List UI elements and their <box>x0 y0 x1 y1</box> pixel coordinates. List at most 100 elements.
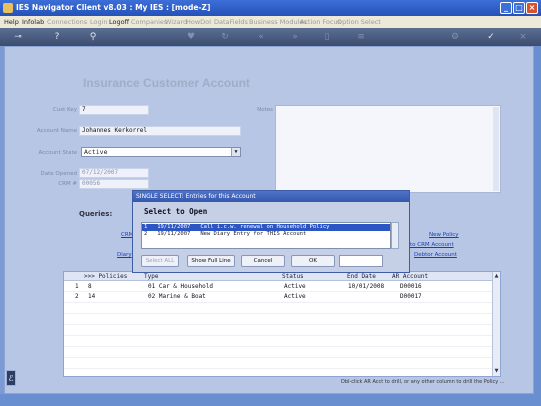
row-divider <box>64 313 494 314</box>
maximize-button[interactable]: □ <box>513 2 525 14</box>
app-icon <box>3 3 13 13</box>
row-divider <box>64 302 494 303</box>
cust-key-label: Cust Key <box>52 107 77 113</box>
policy-cell[interactable]: 14 <box>88 293 95 300</box>
exit-icon[interactable]: ℰ <box>6 370 16 386</box>
row-number: 2 <box>75 293 79 300</box>
policies-grid: >>> Policies Type Status End Date AR Acc… <box>63 271 501 377</box>
type-cell[interactable]: 01 Car & Household <box>148 283 213 290</box>
row-divider <box>64 291 494 292</box>
scroll-down-icon[interactable]: ▼ <box>493 368 500 375</box>
entry-date: 19/11/2007 <box>157 231 191 237</box>
row-divider <box>64 368 494 369</box>
grid-header: >>> Policies Type Status End Date AR Acc… <box>64 272 494 281</box>
entry-number: 1 <box>144 224 148 230</box>
single-select-dialog: SINGLE SELECT: Entries for this Account … <box>132 190 410 273</box>
crm-account-link[interactable]: to CRM Account <box>410 242 454 248</box>
menu-bar: Help Infolab Connections Login Logoff Co… <box>0 16 541 28</box>
menu-wizard[interactable]: Wizard <box>165 18 187 26</box>
menu-option-select[interactable]: Option Select <box>337 18 381 26</box>
debtor-account-link[interactable]: Debtor Account <box>414 252 457 258</box>
key-icon[interactable]: ⊸ <box>8 31 28 43</box>
menu-howdoi[interactable]: HowDoI <box>186 18 211 26</box>
account-name-field[interactable]: Johannes Kerkorrel <box>79 126 241 136</box>
page-title: Insurance Customer Account <box>83 76 250 90</box>
column-ar-account[interactable]: AR Account <box>392 273 428 280</box>
menu-infolab[interactable]: Infolab <box>22 18 44 26</box>
crm-number-label: CRM # <box>58 181 77 187</box>
ar-account-cell[interactable]: D00016 <box>400 283 422 290</box>
column-end-date[interactable]: End Date <box>347 273 376 280</box>
show-full-line-button[interactable]: Show Full Line <box>187 255 235 267</box>
column-type[interactable]: Type <box>144 273 158 280</box>
notes-textarea[interactable] <box>275 105 501 193</box>
entry-number: 2 <box>144 231 148 237</box>
account-state-value: Active <box>84 148 108 156</box>
menu-datafields[interactable]: DataFields <box>214 18 248 26</box>
list-icon[interactable]: ≡ <box>354 31 368 43</box>
account-state-select[interactable]: Active ▼ <box>81 147 241 157</box>
help-icon[interactable]: ? <box>50 31 64 43</box>
entries-scrollbar[interactable] <box>391 222 399 249</box>
close-button[interactable]: × <box>526 2 538 14</box>
column-policies[interactable]: >>> Policies <box>84 273 127 280</box>
menu-business-modules[interactable]: Business Modules <box>249 18 307 26</box>
title-bar: IES Navigator Client v8.03 : My IES : [m… <box>0 0 541 16</box>
minimize-button[interactable]: _ <box>500 2 512 14</box>
dialog-input[interactable] <box>339 255 383 267</box>
settings-icon[interactable]: ⚙ <box>448 31 462 43</box>
dialog-title: SINGLE SELECT: Entries for this Account <box>133 191 409 202</box>
list-item[interactable]: 1 19/11/2007 Call i.c.w. renewal on Hous… <box>142 224 390 231</box>
close-icon[interactable]: × <box>516 31 530 43</box>
select-all-button[interactable]: Select ALL <box>141 255 179 267</box>
row-divider <box>64 357 494 358</box>
status-cell[interactable]: Active <box>284 283 306 290</box>
refresh-icon[interactable]: ↻ <box>218 31 232 43</box>
notes-label: Notes <box>257 107 273 113</box>
row-divider <box>64 335 494 336</box>
entry-text: New Diary Entry for THIS Account <box>200 231 307 237</box>
window-title: IES Navigator Client v8.03 : My IES : [m… <box>16 3 211 12</box>
crm-number-field[interactable]: 00056 <box>79 179 149 189</box>
cust-key-field[interactable]: 7 <box>79 105 149 115</box>
diary-link[interactable]: Diary <box>117 252 132 258</box>
ok-button[interactable]: OK <box>291 255 335 267</box>
list-item[interactable]: 2 19/11/2007 New Diary Entry for THIS Ac… <box>142 231 390 238</box>
dialog-subtitle: Select to Open <box>144 207 208 216</box>
menu-logoff[interactable]: Logoff <box>109 18 129 26</box>
notes-scrollbar[interactable] <box>493 107 499 191</box>
row-divider <box>64 346 494 347</box>
entry-date: 19/11/2007 <box>157 224 191 230</box>
ar-account-cell[interactable]: D00017 <box>400 293 422 300</box>
queries-label: Queries: <box>79 210 113 218</box>
end-date-cell[interactable]: 10/01/2008 <box>348 283 384 290</box>
forward-icon[interactable]: » <box>288 31 302 43</box>
heart-icon[interactable]: ♥ <box>184 31 198 43</box>
date-opened-label: Date Opened <box>40 171 77 177</box>
entries-list: 1 19/11/2007 Call i.c.w. renewal on Hous… <box>141 222 391 249</box>
menu-connections[interactable]: Connections <box>47 18 87 26</box>
account-state-label: Account State <box>38 150 77 156</box>
column-status[interactable]: Status <box>282 273 304 280</box>
menu-login[interactable]: Login <box>90 18 108 26</box>
menu-action-focus[interactable]: Action Focus <box>300 18 341 26</box>
grid-scrollbar[interactable]: ▲ ▼ <box>492 272 500 376</box>
cancel-button[interactable]: Cancel <box>241 255 285 267</box>
status-cell[interactable]: Active <box>284 293 306 300</box>
menu-companies[interactable]: Companies <box>131 18 167 26</box>
check-icon[interactable]: ✓ <box>484 31 498 43</box>
date-opened-field[interactable]: 07/12/2007 <box>79 168 149 178</box>
chevron-down-icon[interactable]: ▼ <box>231 148 240 156</box>
rewind-icon[interactable]: « <box>254 31 268 43</box>
status-strip <box>0 394 541 406</box>
account-name-label: Account Name <box>36 128 77 134</box>
entry-text: Call i.c.w. renewal on Household Policy <box>200 224 330 230</box>
menu-help[interactable]: Help <box>4 18 19 26</box>
search-icon[interactable]: ⚲ <box>86 31 100 43</box>
policy-cell[interactable]: 8 <box>88 283 92 290</box>
row-number: 1 <box>75 283 79 290</box>
new-policy-link[interactable]: New Policy <box>429 232 459 238</box>
type-cell[interactable]: 02 Marine & Boat <box>148 293 206 300</box>
scroll-up-icon[interactable]: ▲ <box>493 273 500 280</box>
page-icon[interactable]: ▯ <box>320 31 334 43</box>
